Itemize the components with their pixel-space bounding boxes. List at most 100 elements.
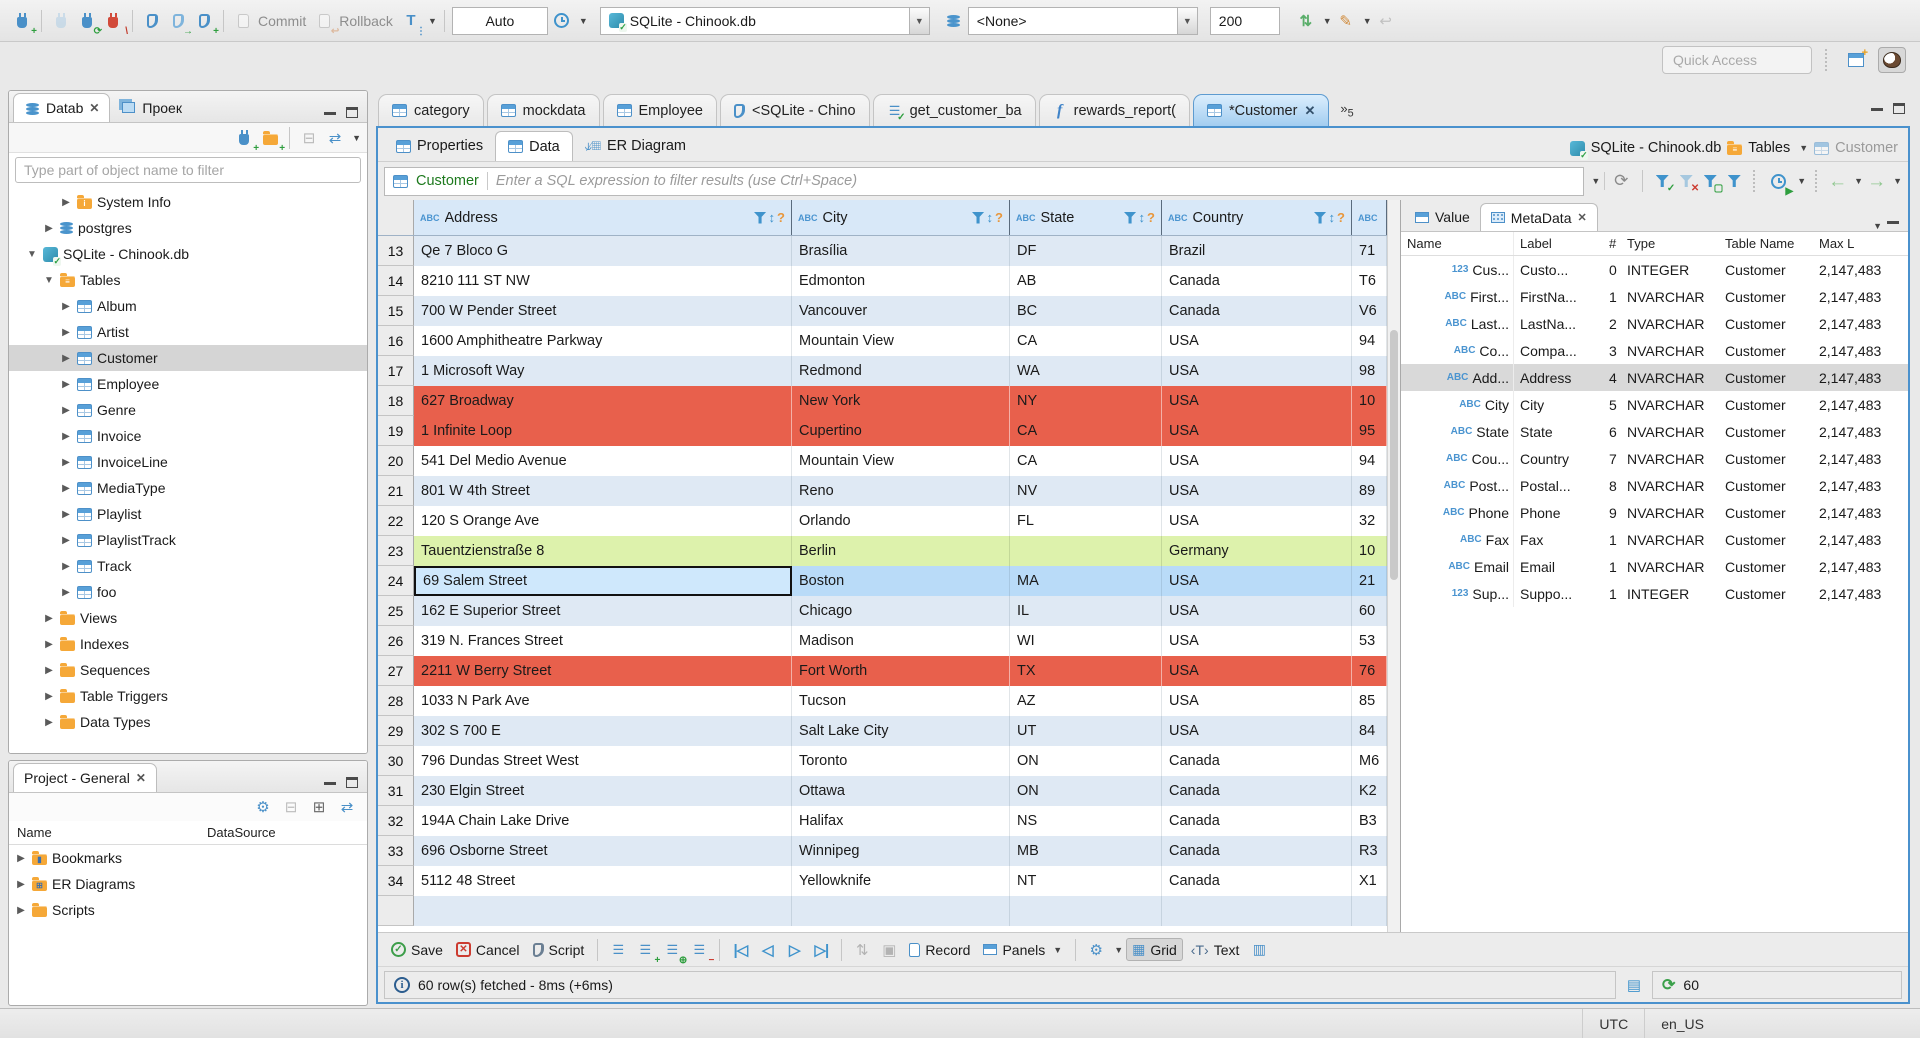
column-header-address[interactable]: ABC Address ↕? [414, 200, 792, 235]
apply-filter-icon[interactable]: ✓ [1652, 172, 1675, 194]
data-cell[interactable]: Salt Lake City [792, 716, 1010, 746]
editor-tab--customer[interactable]: *Customer ✕ [1192, 94, 1330, 126]
data-cell[interactable]: R3 [1352, 836, 1387, 866]
metadata-row[interactable]: ABC Last... LastNa... 2 NVARCHAR Customer 2,14… [1401, 310, 1908, 337]
collapse-all-icon[interactable]: ⊟ [297, 126, 321, 150]
fetch-size-input[interactable]: 200 [1209, 6, 1280, 35]
metadata-row[interactable]: ABC Post... Postal... 8 NVARCHAR Customer 2,14… [1401, 472, 1908, 499]
new-sql-editor-icon[interactable] [140, 9, 164, 33]
custom-filter-icon[interactable] [1724, 172, 1744, 190]
row-number-cell[interactable]: 26 [378, 626, 414, 656]
row-number-cell[interactable]: 29 [378, 716, 414, 746]
refresh-icon[interactable]: ⟳ [1609, 169, 1633, 193]
dbeaver-perspective-icon[interactable] [1878, 47, 1906, 73]
grid-view-button[interactable]: ▦ Grid [1126, 938, 1183, 961]
column-header-datasource[interactable]: DataSource [207, 825, 367, 840]
sql-filter-input[interactable]: Customer Enter a SQL expression to filte… [384, 166, 1585, 196]
editor-tab-employee[interactable]: Employee [602, 94, 717, 126]
nav-back-icon[interactable]: ← [1828, 172, 1847, 191]
transaction-mode-icon[interactable]: T ⋮ [399, 9, 426, 36]
row-number-cell[interactable]: 22 [378, 506, 414, 536]
data-cell[interactable]: 194A Chain Lake Drive [414, 806, 792, 836]
column-header-postalcode[interactable]: ABC [1352, 200, 1387, 235]
data-cell[interactable]: AZ [1010, 686, 1162, 716]
data-cell[interactable]: 696 Osborne Street [414, 836, 792, 866]
grid-vertical-scrollbar[interactable] [1387, 200, 1400, 932]
metadata-row[interactable]: ABC City City 5 NVARCHAR Customer 2,147,483 [1401, 391, 1908, 418]
tree-expander-icon[interactable]: ▶ [60, 561, 72, 572]
data-cell[interactable]: 21 [1352, 566, 1387, 596]
calc-panel-icon[interactable]: ▤ [1622, 973, 1646, 997]
data-cell[interactable]: USA [1162, 416, 1352, 446]
previous-row-icon[interactable]: ◁ [755, 938, 779, 962]
open-sql-script-icon[interactable]: → [166, 9, 193, 36]
sidebar-item-invoice[interactable]: ▶ Invoice [9, 423, 367, 449]
disconnect-icon[interactable]: \ [101, 9, 128, 36]
tree-expander-icon[interactable]: ▼ [43, 275, 55, 286]
data-cell[interactable] [1010, 896, 1162, 926]
data-cell[interactable]: Mountain View [792, 326, 1010, 356]
data-cell[interactable]: USA [1162, 386, 1352, 416]
data-cell[interactable]: USA [1162, 656, 1352, 686]
data-cell[interactable]: IL [1010, 596, 1162, 626]
data-cell[interactable]: 1600 Amphitheatre Parkway [414, 326, 792, 356]
gear-caret-icon[interactable]: ▼ [1114, 945, 1123, 955]
row-number-cell[interactable]: 28 [378, 686, 414, 716]
collapse-icon[interactable]: ⊟ [279, 795, 303, 819]
editor-tab-category[interactable]: category [378, 94, 484, 126]
data-cell[interactable]: ON [1010, 746, 1162, 776]
auto-refresh-icon[interactable]: ▶ [1766, 169, 1793, 197]
tree-expander-icon[interactable]: ▶ [15, 905, 27, 916]
data-cell[interactable]: Berlin [792, 536, 1010, 566]
sidebar-item-invoiceline[interactable]: ▶ InvoiceLine [9, 449, 367, 475]
row-number-cell[interactable]: 27 [378, 656, 414, 686]
data-cell[interactable]: B3 [1352, 806, 1387, 836]
metadata-row[interactable]: 123 Sup... Suppo... 1 INTEGER Customer 2,147,4… [1401, 580, 1908, 607]
sidebar-item-indexes[interactable]: ▶ Indexes [9, 631, 367, 657]
transaction-caret-icon[interactable]: ▼ [428, 16, 437, 26]
script-button[interactable]: Script [528, 940, 590, 960]
data-cell[interactable]: FL [1010, 506, 1162, 536]
data-cell[interactable]: T6 [1352, 266, 1387, 296]
sidebar-item-playlist[interactable]: ▶ Playlist [9, 501, 367, 527]
next-row-icon[interactable]: ▷ [782, 938, 806, 962]
quick-access-input[interactable]: Quick Access [1662, 46, 1812, 74]
data-cell[interactable]: K2 [1352, 776, 1387, 806]
tree-expander-icon[interactable]: ▶ [60, 535, 72, 546]
flip-rows-icon[interactable]: ⇅ [850, 938, 874, 962]
data-cell[interactable]: 2211 W Berry Street [414, 656, 792, 686]
record-button[interactable]: Record [904, 940, 975, 960]
nav-forward-caret-icon[interactable]: ▼ [1893, 176, 1902, 186]
editor-tab-mockdata[interactable]: mockdata [486, 94, 600, 126]
sort-icon[interactable]: ↕ [987, 210, 994, 225]
link-editor-icon[interactable]: ⇄ [323, 126, 347, 150]
data-cell[interactable]: UT [1010, 716, 1162, 746]
data-cell[interactable]: BC [1010, 296, 1162, 326]
data-cell[interactable]: WI [1010, 626, 1162, 656]
schema-combo[interactable]: <None> ▼ [967, 6, 1198, 35]
sort-icon[interactable]: ↕ [769, 210, 776, 225]
tree-expander-icon[interactable]: ▶ [43, 691, 55, 702]
data-cell[interactable]: 71 [1352, 236, 1387, 266]
data-cell[interactable]: 76 [1352, 656, 1387, 686]
filter-funnel-icon[interactable] [1123, 211, 1137, 224]
close-icon[interactable]: ✕ [1577, 211, 1586, 224]
meta-column-header--[interactable]: # [1603, 232, 1621, 255]
data-cell[interactable] [414, 896, 792, 926]
panel-layout-icon[interactable]: ▥ [1247, 938, 1271, 962]
data-cell[interactable] [792, 896, 1010, 926]
sidebar-item-foo[interactable]: ▶ foo [9, 579, 367, 605]
data-cell[interactable]: Yellowknife [792, 866, 1010, 896]
row-number-cell[interactable]: 21 [378, 476, 414, 506]
expand-icon[interactable]: ⊞ [307, 795, 331, 819]
data-cell[interactable]: 32 [1352, 506, 1387, 536]
data-cell[interactable]: 541 Del Medio Avenue [414, 446, 792, 476]
save-button[interactable]: ✓ Save [386, 940, 448, 960]
tab-properties[interactable]: Properties [384, 131, 495, 161]
tree-expander-icon[interactable]: ▶ [43, 223, 55, 234]
data-cell[interactable]: 302 S 700 E [414, 716, 792, 746]
project-row-bookmarks[interactable]: ▶ ▮ Bookmarks [9, 845, 367, 871]
tab-data[interactable]: Data [495, 131, 573, 161]
brush-caret-icon[interactable]: ▼ [1363, 16, 1372, 26]
tab-database-navigator[interactable]: Datab ✕ [13, 93, 111, 122]
